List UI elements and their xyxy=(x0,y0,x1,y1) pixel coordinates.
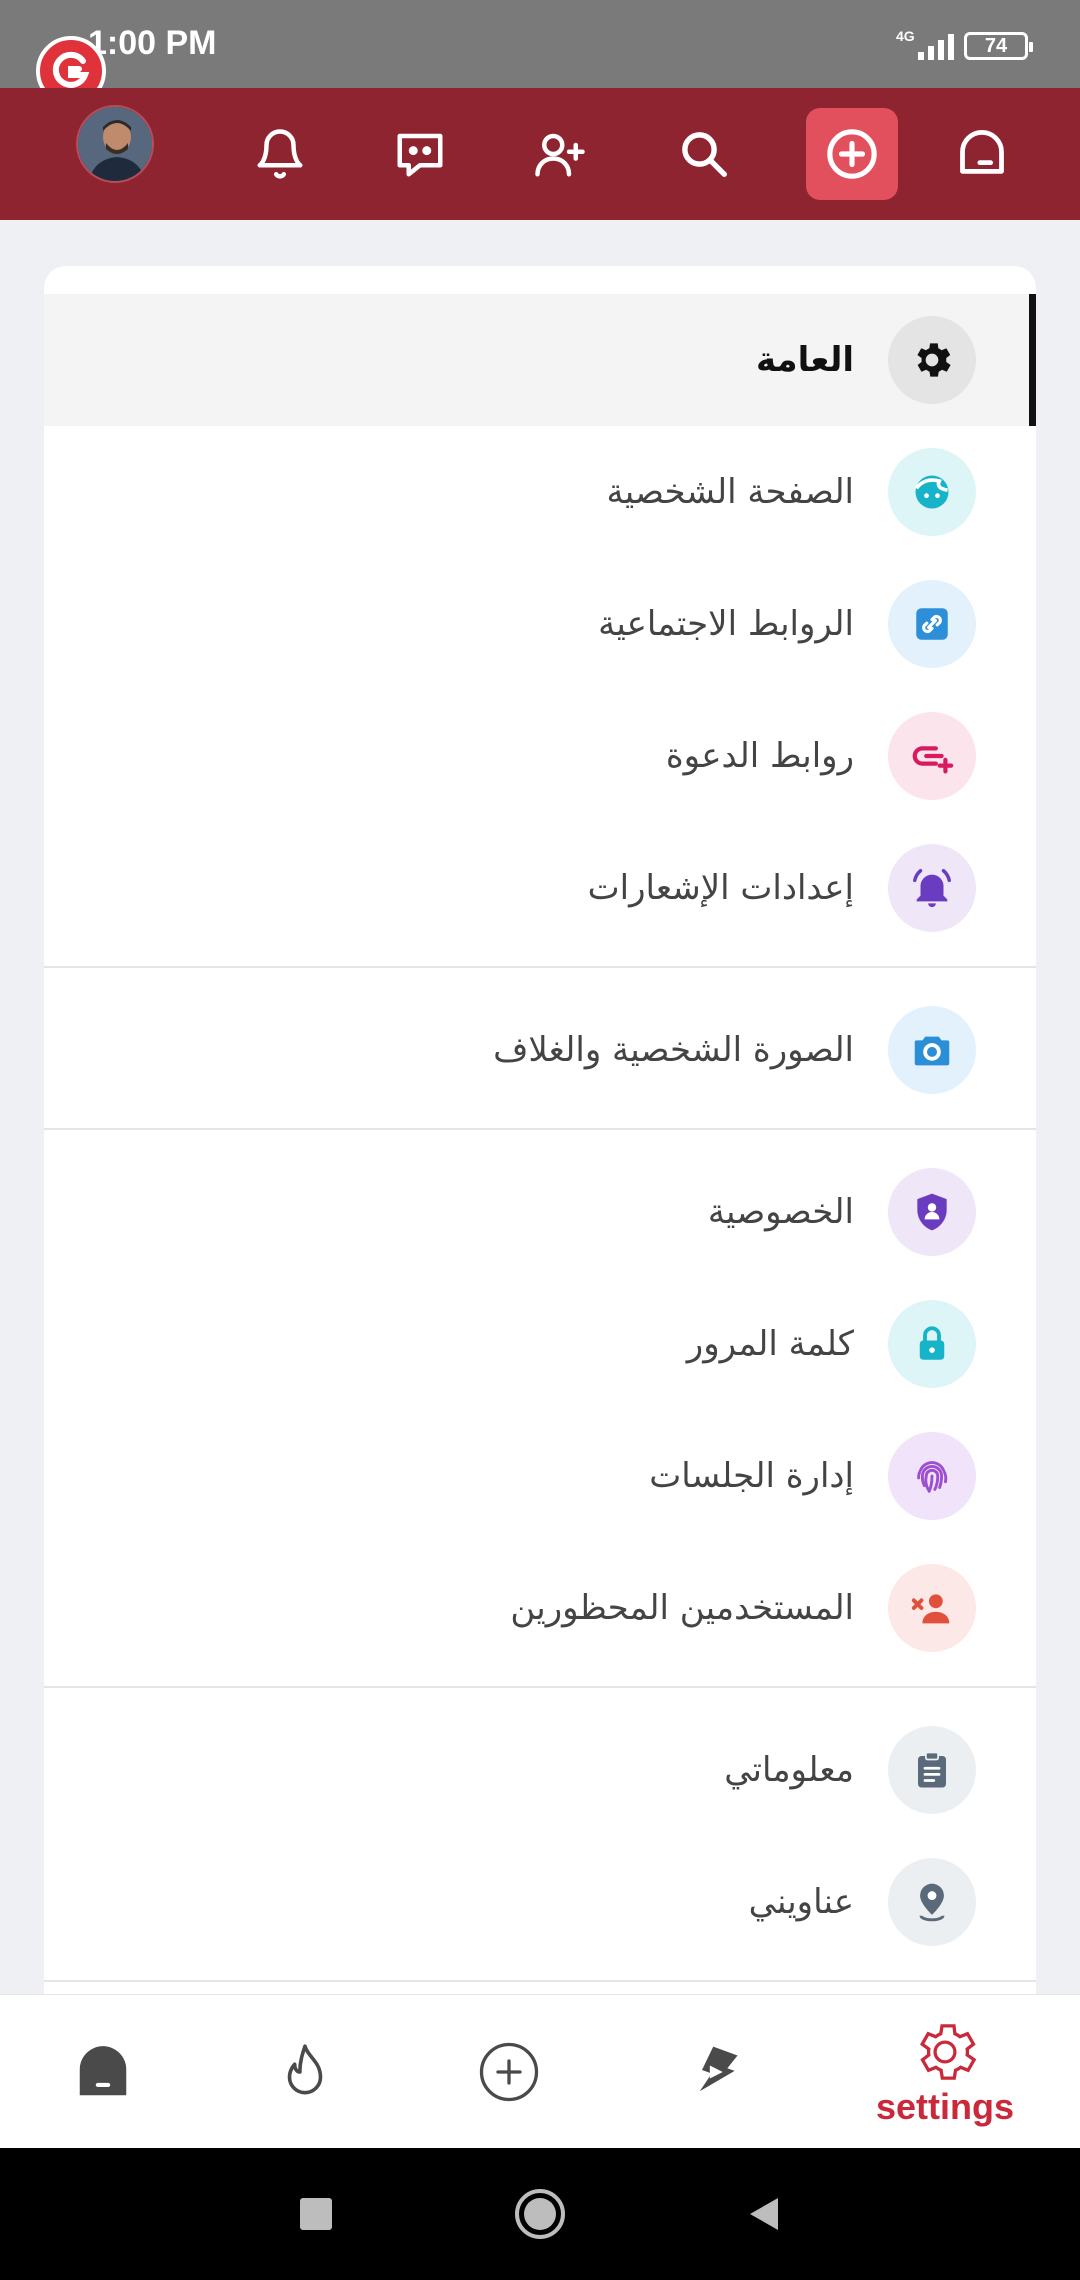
home-system-button[interactable] xyxy=(512,2186,568,2242)
menu-item-general[interactable]: العامة xyxy=(44,294,1036,426)
divider xyxy=(44,1980,1036,1982)
menu-item-profile-page[interactable]: الصفحة الشخصية xyxy=(44,426,1036,558)
menu-label: الخصوصية xyxy=(707,1192,854,1232)
menu-item-avatar-cover[interactable]: الصورة الشخصية والغلاف xyxy=(44,984,1036,1116)
menu-item-blocked-users[interactable]: المستخدمين المحظورين xyxy=(44,1542,1036,1674)
divider xyxy=(44,1686,1036,1688)
bottom-nav-create[interactable] xyxy=(454,1995,564,2149)
video-icon xyxy=(699,2046,738,2092)
blocked-user-icon xyxy=(888,1564,976,1652)
add-icon xyxy=(479,2042,539,2102)
top-navigation xyxy=(0,88,1080,220)
camera-icon xyxy=(888,1006,976,1094)
menu-item-privacy[interactable]: الخصوصية xyxy=(44,1146,1036,1278)
recent-apps-button[interactable] xyxy=(288,2186,344,2242)
menu-item-invite-links[interactable]: روابط الدعوة xyxy=(44,690,1036,822)
gear-icon xyxy=(888,316,976,404)
messages-button[interactable] xyxy=(374,108,466,200)
circle-icon xyxy=(515,2189,565,2239)
status-time: 1:00 PM xyxy=(88,24,217,62)
menu-label: معلوماتي xyxy=(724,1750,854,1790)
shield-icon xyxy=(888,1168,976,1256)
back-button[interactable] xyxy=(736,2186,792,2242)
divider xyxy=(44,966,1036,968)
menu-item-social-links[interactable]: الروابط الاجتماعية xyxy=(44,558,1036,690)
lock-icon xyxy=(888,1300,976,1388)
avatar[interactable] xyxy=(76,105,154,183)
menu-item-my-info[interactable]: معلوماتي xyxy=(44,1704,1036,1836)
home-icon xyxy=(79,2046,127,2096)
search-button[interactable] xyxy=(658,108,750,200)
menu-label: الروابط الاجتماعية xyxy=(598,604,854,644)
divider xyxy=(44,1128,1036,1130)
bottom-navigation: settings xyxy=(0,1994,1080,2148)
menu-item-sessions[interactable]: إدارة الجلسات xyxy=(44,1410,1036,1542)
square-icon xyxy=(300,2198,332,2230)
home-icon xyxy=(960,130,1004,174)
menu-label: كلمة المرور xyxy=(686,1324,854,1364)
bottom-nav-settings-label: settings xyxy=(875,2086,1015,2127)
search-icon xyxy=(682,132,727,177)
battery-icon: 74 xyxy=(964,32,1033,60)
notification-bell-icon xyxy=(888,844,976,932)
bottom-nav-settings[interactable]: settings xyxy=(860,1995,1030,2149)
menu-label: عناويني xyxy=(748,1882,854,1922)
bottom-nav-home[interactable] xyxy=(48,1995,158,2149)
create-icon xyxy=(827,129,877,179)
menu-label: الصورة الشخصية والغلاف xyxy=(493,1030,854,1070)
menu-label: العامة xyxy=(755,340,854,380)
network-type: 4G xyxy=(896,28,915,44)
chat-icon xyxy=(397,133,443,177)
bell-icon xyxy=(257,129,303,179)
settings-menu: العامة الصفحة الشخصية الروابط الاجتماعية… xyxy=(44,266,1036,2026)
menu-label: روابط الدعوة xyxy=(665,736,854,776)
system-navigation-bar xyxy=(0,2148,1080,2280)
bottom-nav-trending[interactable] xyxy=(250,1995,360,2149)
fingerprint-icon xyxy=(888,1432,976,1520)
add-friend-button[interactable] xyxy=(514,108,606,200)
status-bar: 1:00 PM 4G 74 xyxy=(0,0,1080,88)
face-icon xyxy=(888,448,976,536)
add-user-icon xyxy=(535,133,585,177)
notifications-button[interactable] xyxy=(234,108,326,200)
fire-icon xyxy=(287,2044,323,2095)
location-pin-icon xyxy=(888,1858,976,1946)
menu-item-password[interactable]: كلمة المرور xyxy=(44,1278,1036,1410)
create-post-button[interactable] xyxy=(806,108,898,200)
back-triangle-icon xyxy=(750,2198,778,2230)
menu-item-notification-settings[interactable]: إعدادات الإشعارات xyxy=(44,822,1036,954)
menu-label: المستخدمين المحظورين xyxy=(510,1588,854,1628)
invite-link-icon xyxy=(888,712,976,800)
menu-item-my-addresses[interactable]: عناويني xyxy=(44,1836,1036,1968)
menu-label: الصفحة الشخصية xyxy=(606,472,854,512)
menu-label: إدارة الجلسات xyxy=(649,1456,854,1496)
battery-level: 74 xyxy=(984,35,1008,57)
clipboard-icon xyxy=(888,1726,976,1814)
settings-icon xyxy=(920,2024,977,2080)
menu-label: إعدادات الإشعارات xyxy=(587,868,854,908)
home-button[interactable] xyxy=(936,108,1028,200)
bottom-nav-videos[interactable] xyxy=(660,1995,770,2149)
signal-icon xyxy=(918,30,954,60)
link-icon xyxy=(888,580,976,668)
